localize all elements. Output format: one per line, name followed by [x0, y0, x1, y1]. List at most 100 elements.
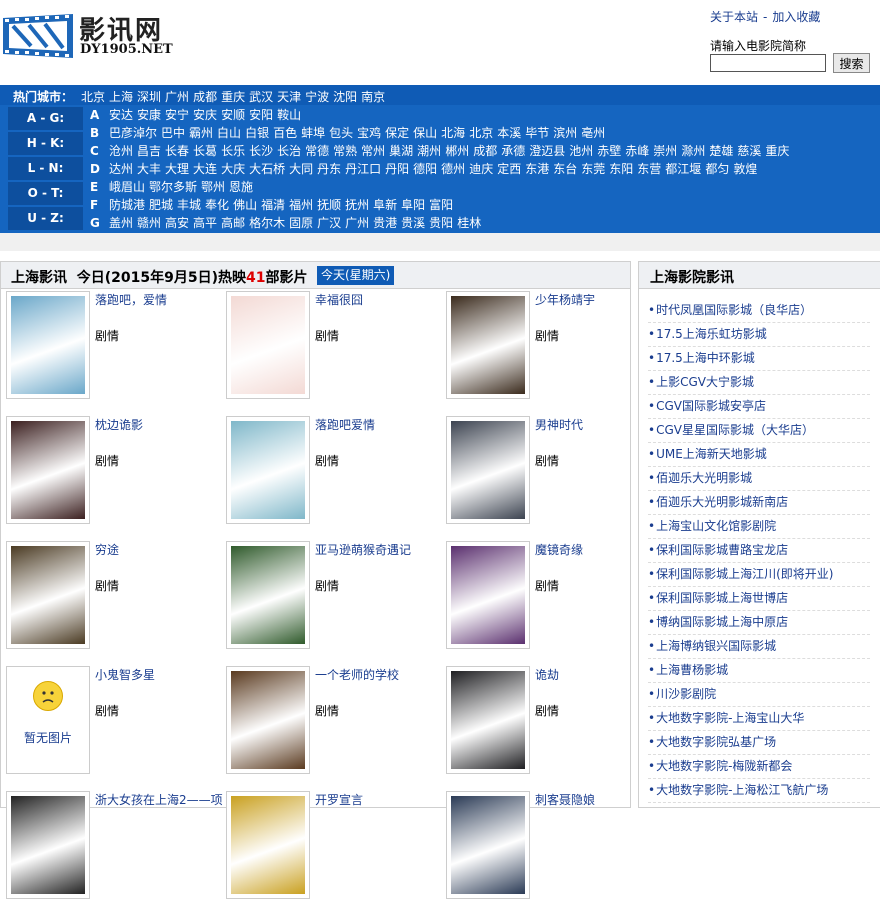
- cinema-search-input[interactable]: [710, 54, 826, 72]
- city-link[interactable]: 安庆: [193, 108, 217, 122]
- cinema-link[interactable]: 佰迦乐大光明影城: [648, 467, 870, 491]
- cinema-link[interactable]: UME上海新天地影城: [648, 443, 870, 467]
- city-link[interactable]: 常熟: [333, 144, 357, 158]
- city-link[interactable]: 奉化: [205, 198, 229, 212]
- city-link[interactable]: 丹阳: [385, 162, 409, 176]
- city-link[interactable]: 长沙: [249, 144, 273, 158]
- city-link[interactable]: 福州: [289, 198, 313, 212]
- city-link[interactable]: 恩施: [229, 180, 253, 194]
- movie-title-link[interactable]: 小鬼智多星: [95, 666, 155, 683]
- city-link[interactable]: 东港: [525, 162, 549, 176]
- letter-group-tab[interactable]: A - G:: [8, 107, 83, 130]
- movie-title-link[interactable]: 少年杨靖宇: [535, 291, 595, 308]
- letter-group-tab[interactable]: O - T:: [8, 182, 83, 205]
- city-link[interactable]: 包头: [329, 126, 353, 140]
- city-link[interactable]: 沧州: [109, 144, 133, 158]
- cinema-link[interactable]: 佰迦乐大光明影城新南店: [648, 491, 870, 515]
- city-link[interactable]: 抚州: [345, 198, 369, 212]
- city-link[interactable]: 北京: [469, 126, 493, 140]
- city-link[interactable]: 大庆: [221, 162, 245, 176]
- city-link[interactable]: 大丰: [137, 162, 161, 176]
- city-link[interactable]: 安康: [137, 108, 161, 122]
- city-link[interactable]: 贵阳: [429, 216, 453, 230]
- city-link[interactable]: 承德: [501, 144, 525, 158]
- movie-title-link[interactable]: 穷途: [95, 541, 119, 558]
- hot-city-link[interactable]: 沈阳: [333, 90, 357, 104]
- city-link[interactable]: 滨州: [553, 126, 577, 140]
- movie-poster[interactable]: [226, 416, 310, 524]
- cinema-link[interactable]: 大地数字影院-梅陇新都会: [648, 755, 870, 779]
- city-link[interactable]: 鄂尔多斯: [149, 180, 197, 194]
- city-link[interactable]: 安阳: [249, 108, 273, 122]
- movie-title-link[interactable]: 男神时代: [535, 416, 583, 433]
- city-link[interactable]: 安宁: [165, 108, 189, 122]
- city-link[interactable]: 贵溪: [401, 216, 425, 230]
- city-link[interactable]: 保定: [385, 126, 409, 140]
- city-link[interactable]: 东台: [553, 162, 577, 176]
- city-link[interactable]: 崇州: [653, 144, 677, 158]
- city-link[interactable]: 亳州: [581, 126, 605, 140]
- city-link[interactable]: 常德: [305, 144, 329, 158]
- letter-group-tab[interactable]: H - K:: [8, 132, 83, 155]
- movie-poster[interactable]: [226, 291, 310, 399]
- hot-city-link[interactable]: 上海: [109, 90, 133, 104]
- city-link[interactable]: 丹东: [317, 162, 341, 176]
- city-link[interactable]: 巴彦淖尔: [109, 126, 157, 140]
- city-link[interactable]: 富阳: [429, 198, 453, 212]
- cinema-link[interactable]: 大地数字影院-上海松江飞航广场: [648, 779, 870, 803]
- city-link[interactable]: 肥城: [149, 198, 173, 212]
- city-link[interactable]: 东营: [637, 162, 661, 176]
- cinema-link[interactable]: 博纳国际影城上海中原店: [648, 611, 870, 635]
- movie-poster[interactable]: [6, 541, 90, 649]
- movie-poster[interactable]: [446, 791, 530, 899]
- city-link[interactable]: 佛山: [233, 198, 257, 212]
- city-link[interactable]: 固原: [289, 216, 313, 230]
- hot-city-link[interactable]: 武汉: [249, 90, 273, 104]
- city-link[interactable]: 毕节: [525, 126, 549, 140]
- city-link[interactable]: 德阳: [413, 162, 437, 176]
- city-link[interactable]: 赣州: [137, 216, 161, 230]
- city-link[interactable]: 北海: [441, 126, 465, 140]
- movie-poster[interactable]: [226, 791, 310, 899]
- city-link[interactable]: 广州: [345, 216, 369, 230]
- city-link[interactable]: 池州: [569, 144, 593, 158]
- city-link[interactable]: 大连: [193, 162, 217, 176]
- city-link[interactable]: 安顺: [221, 108, 245, 122]
- city-link[interactable]: 保山: [413, 126, 437, 140]
- hot-city-link[interactable]: 成都: [193, 90, 217, 104]
- movie-title-link[interactable]: 幸福很囧: [315, 291, 363, 308]
- city-link[interactable]: 安达: [109, 108, 133, 122]
- cinema-link[interactable]: 大地数字影院-上海宝山大华: [648, 707, 870, 731]
- hot-city-link[interactable]: 南京: [361, 90, 385, 104]
- movie-poster[interactable]: [6, 291, 90, 399]
- city-link[interactable]: 高平: [193, 216, 217, 230]
- city-link[interactable]: 百色: [273, 126, 297, 140]
- cinema-link[interactable]: 川沙影剧院: [648, 683, 870, 707]
- movie-poster[interactable]: [446, 541, 530, 649]
- city-link[interactable]: 宝鸡: [357, 126, 381, 140]
- city-link[interactable]: 成都: [473, 144, 497, 158]
- search-button[interactable]: 搜索: [833, 53, 870, 73]
- letter-group-tab[interactable]: L - N:: [8, 157, 83, 180]
- city-link[interactable]: 广汉: [317, 216, 341, 230]
- city-link[interactable]: 鄂州: [201, 180, 225, 194]
- city-link[interactable]: 长春: [165, 144, 189, 158]
- movie-title-link[interactable]: 魔镜奇缘: [535, 541, 583, 558]
- city-link[interactable]: 长治: [277, 144, 301, 158]
- movie-poster[interactable]: [446, 291, 530, 399]
- city-link[interactable]: 赤壁: [597, 144, 621, 158]
- movie-title-link[interactable]: 落跑吧爱情: [315, 416, 375, 433]
- letter-group-tab[interactable]: U - Z:: [8, 207, 83, 230]
- city-link[interactable]: 本溪: [497, 126, 521, 140]
- movie-title-link[interactable]: 一个老师的学校: [315, 666, 399, 683]
- city-link[interactable]: 白山: [217, 126, 241, 140]
- city-link[interactable]: 达州: [109, 162, 133, 176]
- city-link[interactable]: 峨眉山: [109, 180, 145, 194]
- city-link[interactable]: 潮州: [417, 144, 441, 158]
- city-link[interactable]: 高邮: [221, 216, 245, 230]
- cinema-link[interactable]: 保利国际影城曹路宝龙店: [648, 539, 870, 563]
- city-link[interactable]: 盖州: [109, 216, 133, 230]
- hot-city-link[interactable]: 天津: [277, 90, 301, 104]
- city-link[interactable]: 都匀: [705, 162, 729, 176]
- movie-poster[interactable]: [446, 416, 530, 524]
